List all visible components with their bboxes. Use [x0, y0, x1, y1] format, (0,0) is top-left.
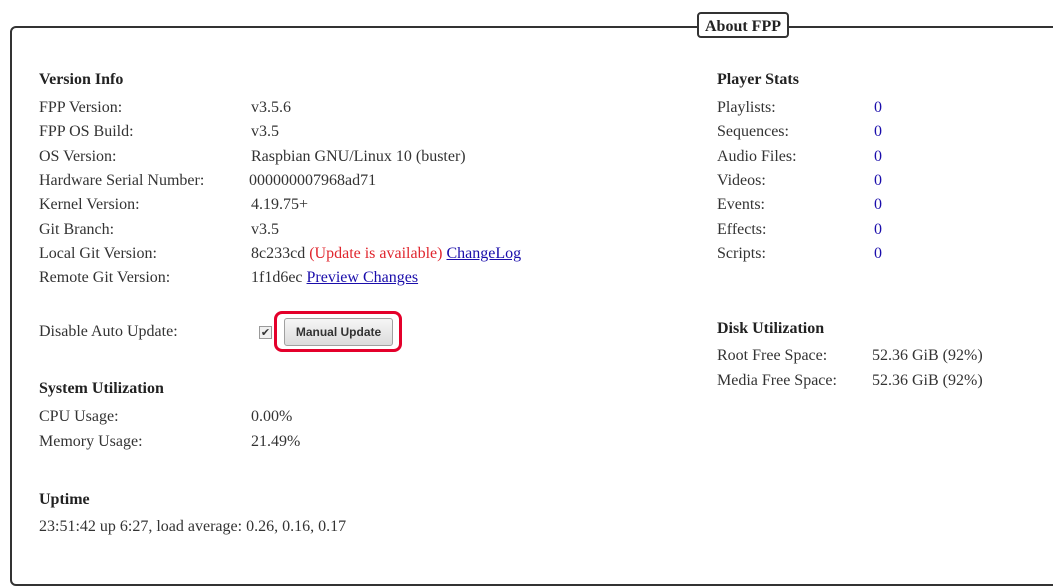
fpp-os-build-value: v3.5 [251, 123, 279, 140]
hardware-serial-row: Hardware Serial Number: 000000007968ad71 [39, 169, 639, 193]
scripts-row: Scripts: 0 [717, 242, 1017, 266]
os-version-row: OS Version: Raspbian GNU/Linux 10 (buste… [39, 145, 639, 169]
kernel-version-label: Kernel Version: [39, 196, 140, 213]
cpu-usage-row: CPU Usage: 0.00% [39, 405, 439, 429]
audio-files-count[interactable]: 0 [874, 145, 882, 169]
git-branch-label: Git Branch: [39, 221, 115, 238]
videos-count[interactable]: 0 [874, 169, 882, 193]
fpp-os-build-row: FPP OS Build: v3.5 [39, 120, 639, 144]
player-stats-title: Player Stats [717, 71, 799, 88]
scripts-label: Scripts: [717, 245, 766, 262]
cpu-usage-label: CPU Usage: [39, 408, 119, 425]
media-free-space-value: 52.36 GiB (92%) [872, 372, 983, 389]
effects-row: Effects: 0 [717, 218, 1017, 242]
events-row: Events: 0 [717, 193, 1017, 217]
root-free-space-row: Root Free Space: 52.36 GiB (92%) [717, 344, 1037, 368]
sequences-count[interactable]: 0 [874, 120, 882, 144]
preview-changes-link[interactable]: Preview Changes [307, 269, 419, 286]
media-free-space-row: Media Free Space: 52.36 GiB (92%) [717, 369, 1037, 393]
playlists-count[interactable]: 0 [874, 96, 882, 120]
memory-usage-value: 21.49% [251, 433, 301, 450]
playlists-row: Playlists: 0 [717, 96, 1017, 120]
version-info-title: Version Info [39, 71, 124, 88]
disable-auto-update-checkbox[interactable]: ✔ [259, 326, 272, 339]
remote-git-version-row: Remote Git Version: 1f1d6ec Preview Chan… [39, 266, 659, 290]
uptime-title: Uptime [39, 491, 90, 508]
hardware-serial-value: 000000007968ad71 [249, 172, 377, 189]
local-git-version-row: Local Git Version: 8c233cd (Update is av… [39, 242, 659, 266]
cpu-usage-value: 0.00% [251, 408, 293, 425]
events-count[interactable]: 0 [874, 193, 882, 217]
events-label: Events: [717, 196, 765, 213]
memory-usage-label: Memory Usage: [39, 433, 143, 450]
audio-files-label: Audio Files: [717, 148, 797, 165]
update-available-notice: (Update is available) [309, 245, 443, 262]
remote-git-version-value: 1f1d6ec [251, 269, 303, 286]
hardware-serial-label: Hardware Serial Number: [39, 172, 205, 189]
disk-utilization-title: Disk Utilization [717, 320, 825, 337]
disable-auto-update-label: Disable Auto Update: [39, 323, 178, 340]
audio-files-row: Audio Files: 0 [717, 145, 1017, 169]
system-utilization-title: System Utilization [39, 380, 164, 397]
git-branch-value: v3.5 [251, 221, 279, 238]
os-version-value: Raspbian GNU/Linux 10 (buster) [251, 148, 466, 165]
kernel-version-row: Kernel Version: 4.19.75+ [39, 193, 639, 217]
fpp-version-label: FPP Version: [39, 99, 123, 116]
remote-git-version-label: Remote Git Version: [39, 269, 171, 286]
root-free-space-value: 52.36 GiB (92%) [872, 347, 983, 364]
manual-update-button[interactable]: Manual Update [284, 318, 393, 346]
fieldset-legend: About FPP [697, 12, 789, 38]
sequences-label: Sequences: [717, 123, 789, 140]
fpp-os-build-label: FPP OS Build: [39, 123, 134, 140]
git-branch-row: Git Branch: v3.5 [39, 218, 639, 242]
effects-count[interactable]: 0 [874, 218, 882, 242]
memory-usage-row: Memory Usage: 21.49% [39, 430, 439, 454]
root-free-space-label: Root Free Space: [717, 347, 828, 364]
kernel-version-value: 4.19.75+ [251, 196, 309, 213]
uptime-text: 23:51:42 up 6:27, load average: 0.26, 0.… [39, 518, 347, 535]
videos-row: Videos: 0 [717, 169, 1017, 193]
local-git-version-label: Local Git Version: [39, 245, 157, 262]
playlists-label: Playlists: [717, 99, 776, 116]
videos-label: Videos: [717, 172, 766, 189]
effects-label: Effects: [717, 221, 767, 238]
media-free-space-label: Media Free Space: [717, 372, 837, 389]
os-version-label: OS Version: [39, 148, 117, 165]
sequences-row: Sequences: 0 [717, 120, 1017, 144]
fpp-version-row: FPP Version: v3.5.6 [39, 96, 639, 120]
fpp-version-value: v3.5.6 [251, 99, 291, 116]
changelog-link[interactable]: ChangeLog [446, 245, 521, 262]
local-git-version-value: 8c233cd [251, 245, 306, 262]
scripts-count[interactable]: 0 [874, 242, 882, 266]
